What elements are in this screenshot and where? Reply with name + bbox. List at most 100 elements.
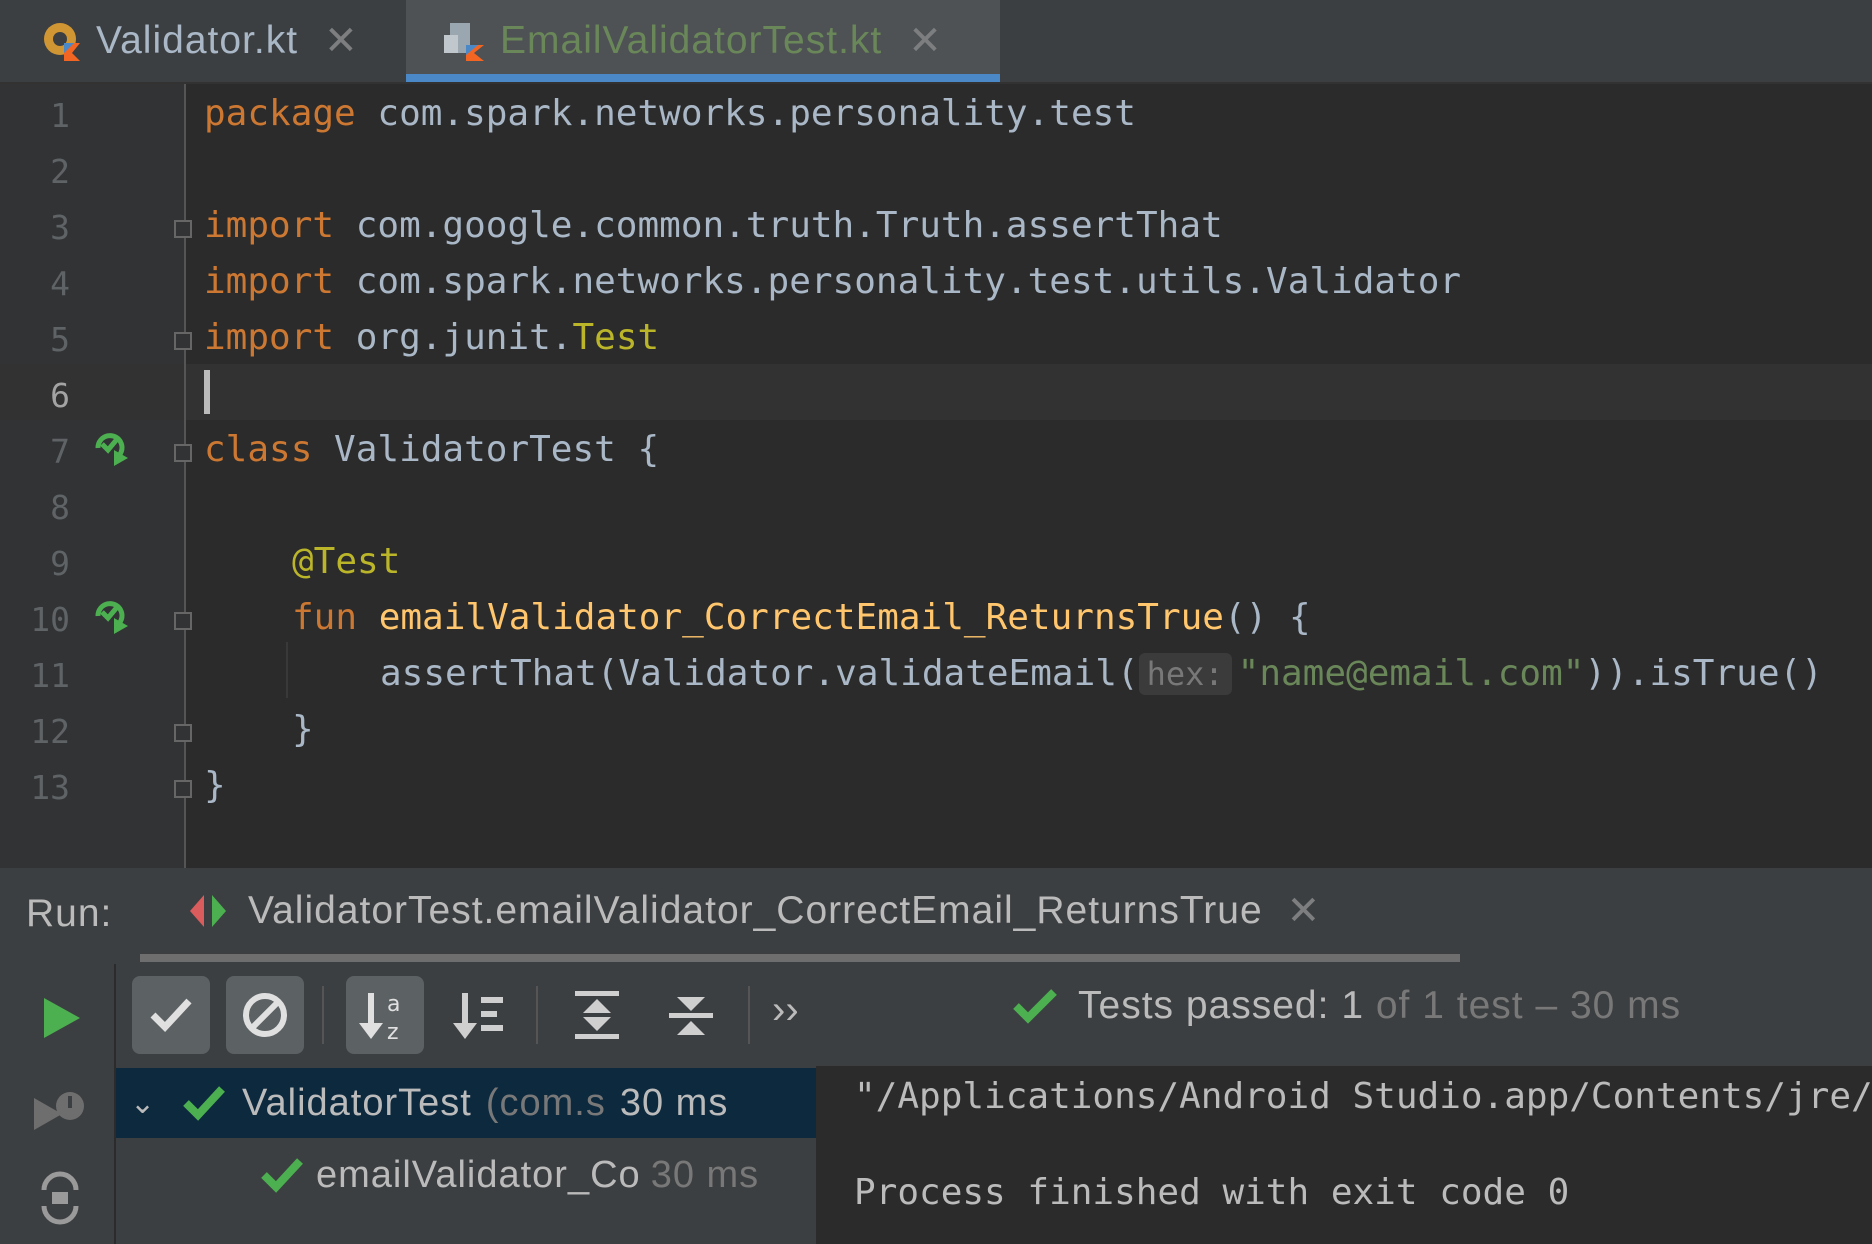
run-side-toolbar xyxy=(0,964,116,1244)
code-text: com.spark.networks.personality.test.util… xyxy=(334,261,1462,302)
tab-emailvalidatortest-kt[interactable]: EmailValidatorTest.kt ✕ xyxy=(406,0,1000,82)
indent-guide xyxy=(286,642,288,698)
check-icon xyxy=(1013,989,1057,1024)
annotation-text: @Test xyxy=(292,541,401,582)
active-tab-indicator xyxy=(406,74,1000,82)
code-line-10: fun emailValidator_CorrectEmail_ReturnsT… xyxy=(292,590,1311,646)
code-text: } xyxy=(292,709,314,750)
chevron-down-icon[interactable]: ⌄ xyxy=(130,1086,160,1121)
code-line-12: } xyxy=(292,702,314,758)
code-text: assertThat(Validator.validateEmail( xyxy=(380,653,1139,694)
kotlin-file-icon xyxy=(444,23,484,61)
expand-all-button[interactable] xyxy=(558,976,636,1054)
toolbar-separator xyxy=(536,986,538,1044)
close-icon[interactable]: ✕ xyxy=(1287,888,1322,934)
fold-marker-icon[interactable] xyxy=(174,444,192,462)
code-line-5: import org.junit.Test xyxy=(204,310,659,366)
run-configuration-tab[interactable]: ValidatorTest.emailValidator_CorrectEmai… xyxy=(188,888,1321,934)
close-icon[interactable]: ✕ xyxy=(324,18,359,64)
code-text: com.google.common.truth.Truth.assertThat xyxy=(334,205,1223,246)
code-line-13: } xyxy=(204,758,226,814)
close-icon[interactable]: ✕ xyxy=(908,18,943,64)
tree-row-suite[interactable]: ⌄ ValidatorTest (com.s 30 ms xyxy=(116,1068,816,1138)
line-number: 8 xyxy=(50,488,70,527)
line-number: 9 xyxy=(50,544,70,583)
fold-marker-icon[interactable] xyxy=(174,780,192,798)
keyword: class xyxy=(204,429,313,470)
keyword: import xyxy=(204,317,335,358)
rerun-icon[interactable] xyxy=(40,994,84,1042)
show-ignored-button[interactable] xyxy=(226,976,304,1054)
sort-by-duration-button[interactable] xyxy=(440,976,518,1054)
fold-marker-icon[interactable] xyxy=(174,612,192,630)
status-count: 1 xyxy=(1341,984,1365,1027)
line-number: 12 xyxy=(30,712,70,751)
line-number: 2 xyxy=(50,152,70,191)
line-number: 1 xyxy=(50,96,70,135)
show-passed-button[interactable] xyxy=(132,976,210,1054)
svg-text:a: a xyxy=(387,992,400,1017)
sort-alpha-icon: az xyxy=(359,992,400,1043)
code-text: } xyxy=(204,765,226,806)
expand-all-icon xyxy=(575,991,619,1039)
toolbar-separator xyxy=(748,986,750,1044)
sort-alphabetically-button[interactable]: az xyxy=(346,976,424,1054)
check-icon xyxy=(183,1086,225,1121)
collapse-all-icon xyxy=(669,997,713,1035)
code-text: ValidatorTest { xyxy=(312,429,660,470)
console-line: "/Applications/Android Studio.app/Conten… xyxy=(854,1076,1872,1117)
check-icon xyxy=(150,998,192,1033)
code-line-9: @Test xyxy=(292,534,400,590)
toolbar-separator xyxy=(322,986,324,1044)
current-line-highlight xyxy=(0,364,1872,420)
svg-text:z: z xyxy=(387,1020,399,1043)
fold-marker-icon[interactable] xyxy=(174,220,192,238)
keyword: import xyxy=(204,261,335,302)
keyword: fun xyxy=(292,597,358,638)
test-config-icon xyxy=(190,895,226,927)
line-number: 13 xyxy=(30,768,70,807)
code-text: com.spark.networks.personality.test xyxy=(355,93,1136,134)
test-duration: 30 ms xyxy=(650,1153,760,1196)
fold-marker-icon[interactable] xyxy=(174,332,192,350)
test-name: emailValidator_Co xyxy=(316,1153,641,1196)
fold-marker-icon[interactable] xyxy=(174,724,192,742)
rerun-failed-icon[interactable] xyxy=(32,1084,88,1140)
annotation-text: Test xyxy=(572,317,660,358)
tab-label: Validator.kt xyxy=(96,19,299,62)
code-editor[interactable]: 1 2 3 4 5 6 7 8 9 10 11 12 13 package co… xyxy=(0,84,1872,868)
code-text: () { xyxy=(1223,597,1311,638)
check-icon xyxy=(261,1158,303,1193)
code-line-3: import com.google.common.truth.Truth.ass… xyxy=(204,198,1223,254)
string-literal: "name@email.com" xyxy=(1237,653,1585,694)
keyword: import xyxy=(204,205,335,246)
test-status: Tests passed: 1 of 1 test – 30 ms xyxy=(1012,984,1681,1028)
test-runner-toolbar: az ›› Tests passed: 1 of 1 test – 30 ms xyxy=(116,964,1872,1066)
toggle-auto-test-icon[interactable] xyxy=(34,1170,86,1226)
line-number: 10 xyxy=(30,600,70,639)
line-number: 11 xyxy=(30,656,70,695)
tab-label: EmailValidatorTest.kt xyxy=(500,19,883,62)
more-actions-icon[interactable]: ›› xyxy=(772,988,799,1033)
status-prefix: Tests passed: xyxy=(1078,984,1330,1027)
tree-row-test[interactable]: emailValidator_Co 30 ms xyxy=(116,1140,816,1210)
function-name: emailValidator_CorrectEmail_ReturnsTrue xyxy=(357,597,1224,638)
collapse-all-button[interactable] xyxy=(652,976,730,1054)
text-caret xyxy=(204,370,210,414)
sort-duration-icon xyxy=(453,993,503,1039)
run-label: Run: xyxy=(26,892,113,935)
run-test-icon[interactable] xyxy=(94,430,130,466)
run-tool-window-header: Run: ValidatorTest.emailValidator_Correc… xyxy=(0,868,1872,966)
console-line: Process finished with exit code 0 xyxy=(854,1172,1570,1213)
tab-validator-kt[interactable]: Validator.kt ✕ xyxy=(40,0,400,82)
run-test-icon[interactable] xyxy=(94,598,130,634)
code-text: )).isTrue() xyxy=(1584,653,1823,694)
kotlin-class-icon xyxy=(44,23,80,61)
line-number: 4 xyxy=(50,264,70,303)
test-results-tree[interactable]: ⌄ ValidatorTest (com.s 30 ms emailValida… xyxy=(116,1066,816,1244)
code-line-7: class ValidatorTest { xyxy=(204,422,659,478)
suite-name: ValidatorTest xyxy=(242,1081,472,1124)
console-output[interactable]: "/Applications/Android Studio.app/Conten… xyxy=(818,1066,1872,1244)
status-detail: of 1 test – 30 ms xyxy=(1375,984,1682,1027)
run-tab-underline xyxy=(140,954,1460,962)
